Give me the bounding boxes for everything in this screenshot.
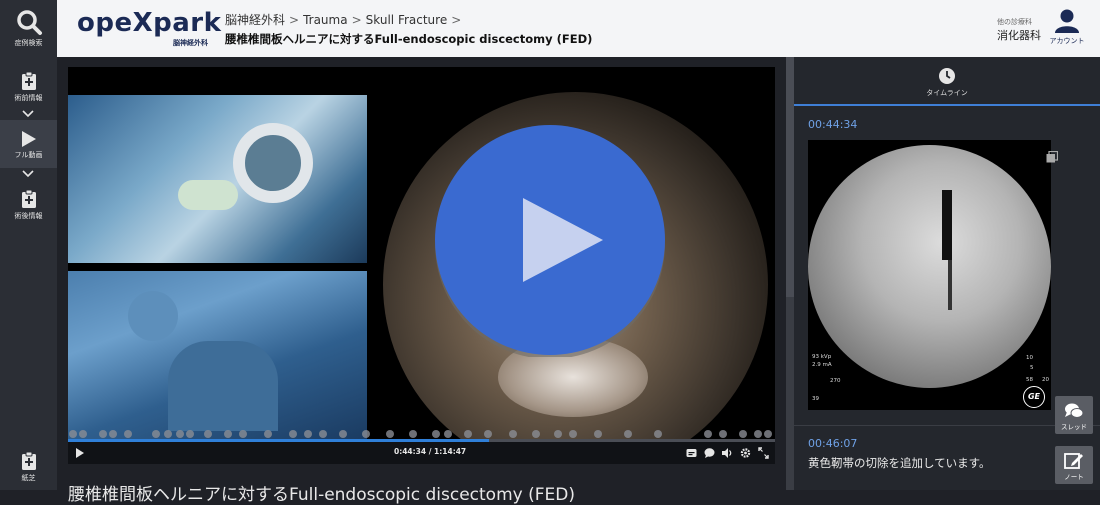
chat-icon xyxy=(1065,403,1084,418)
breadcrumb-separator-icon: > xyxy=(351,13,362,27)
account-button[interactable]: アカウント xyxy=(1047,8,1087,46)
xray-image[interactable]: 93 kVp 2.9 mA 270 39 10 5 58 20 GE xyxy=(808,140,1051,410)
xray-value: 270 xyxy=(830,378,841,384)
header: opeXpark 脳神経外科 脳神経外科 > Trauma > Skull Fractu… xyxy=(57,0,1100,57)
sidebar-item-label: 術後情報 xyxy=(14,212,43,220)
chevron-down-icon[interactable] xyxy=(22,170,34,178)
copy-icon[interactable] xyxy=(1046,151,1058,163)
xray-value: 20 xyxy=(1042,377,1049,383)
video-player[interactable] xyxy=(68,67,775,442)
sidebar-item-label: フル動画 xyxy=(14,151,43,159)
video-title: 腰椎椎間板ヘルニアに対するFull-endoscopic discectomy … xyxy=(68,485,575,505)
sidebar: 症例検索 術前情報 フル動画 術後情報 紙芝 xyxy=(0,0,57,490)
other-dept-link[interactable]: 消化器科 xyxy=(997,27,1041,43)
sidebar-item-preop[interactable]: 術前情報 xyxy=(0,71,57,103)
xray-ma: 2.9 mA xyxy=(812,362,832,368)
breadcrumb: 脳神経外科 > Trauma > Skull Fracture > xyxy=(225,11,465,28)
gear-icon[interactable] xyxy=(740,447,751,459)
sidebar-item-label: 術前情報 xyxy=(14,94,43,102)
play-icon xyxy=(21,131,36,147)
sidebar-item-case-search[interactable]: 症例検索 xyxy=(0,8,57,48)
tab-timeline[interactable]: タイムライン xyxy=(794,57,1100,106)
chevron-down-icon[interactable] xyxy=(22,110,34,118)
sidebar-item-paper[interactable]: 紙芝 xyxy=(0,451,57,483)
scrollbar-thumb[interactable] xyxy=(786,57,794,297)
big-play-button[interactable] xyxy=(433,123,667,357)
fullscreen-icon[interactable] xyxy=(758,447,769,459)
xray-value: 5 xyxy=(1030,365,1034,371)
main-scrollbar[interactable] xyxy=(786,57,794,490)
thread-label: スレッド xyxy=(1061,423,1087,431)
player-controls: 0:44:34 / 1:14:47 xyxy=(68,442,775,464)
other-dept-label: 他の診療科 xyxy=(997,18,1032,26)
xray-value: 58 xyxy=(1026,377,1033,383)
thread-button[interactable]: スレッド xyxy=(1055,396,1093,434)
clock-icon xyxy=(939,68,955,84)
breadcrumb-item[interactable]: Skull Fracture xyxy=(366,13,448,27)
play-icon[interactable] xyxy=(75,447,85,459)
sidebar-item-label: 紙芝 xyxy=(21,474,36,482)
breadcrumb-item[interactable]: Trauma xyxy=(303,13,348,27)
sidebar-item-label: 症例検索 xyxy=(14,39,43,47)
captions-icon[interactable] xyxy=(686,447,697,459)
comment-icon[interactable] xyxy=(704,447,715,459)
timeline-comment: 黄色靭帯の切除を追加しています。 xyxy=(808,456,991,470)
time-display: 0:44:34 / 1:14:47 xyxy=(394,447,467,456)
note-button[interactable]: ノート xyxy=(1055,446,1093,484)
breadcrumb-separator-icon: > xyxy=(289,13,300,27)
edit-icon xyxy=(1064,453,1083,469)
logo-subtitle: 脳神経外科 xyxy=(173,39,208,47)
clipboard-plus-icon xyxy=(21,189,36,208)
page-title: 腰椎椎間板ヘルニアに対するFull-endoscopic discectomy … xyxy=(225,32,593,46)
breadcrumb-separator-icon: > xyxy=(451,13,462,27)
timeline-timestamp[interactable]: 00:44:34 xyxy=(808,118,857,131)
volume-icon[interactable] xyxy=(722,447,733,459)
user-icon xyxy=(1055,9,1079,33)
clipboard-plus-icon xyxy=(21,451,36,470)
video-inset-bottom xyxy=(68,271,367,442)
xray-value: 10 xyxy=(1026,355,1033,361)
sidebar-item-postop[interactable]: 術後情報 xyxy=(0,189,57,221)
xray-kvp: 93 kVp xyxy=(812,354,832,360)
clipboard-plus-icon xyxy=(21,71,36,90)
tab-label: タイムライン xyxy=(926,89,968,97)
ge-logo: GE xyxy=(1023,386,1045,408)
breadcrumb-item[interactable]: 脳神経外科 xyxy=(225,13,285,27)
account-label: アカウント xyxy=(1049,37,1085,45)
sidebar-item-full-video[interactable]: フル動画 xyxy=(0,120,57,168)
xray-value: 39 xyxy=(812,396,819,402)
timeline-timestamp[interactable]: 00:46:07 xyxy=(808,437,857,450)
logo[interactable]: opeXpark xyxy=(77,8,221,38)
search-icon xyxy=(16,10,42,35)
video-inset-top xyxy=(68,95,367,263)
note-label: ノート xyxy=(1064,473,1084,481)
